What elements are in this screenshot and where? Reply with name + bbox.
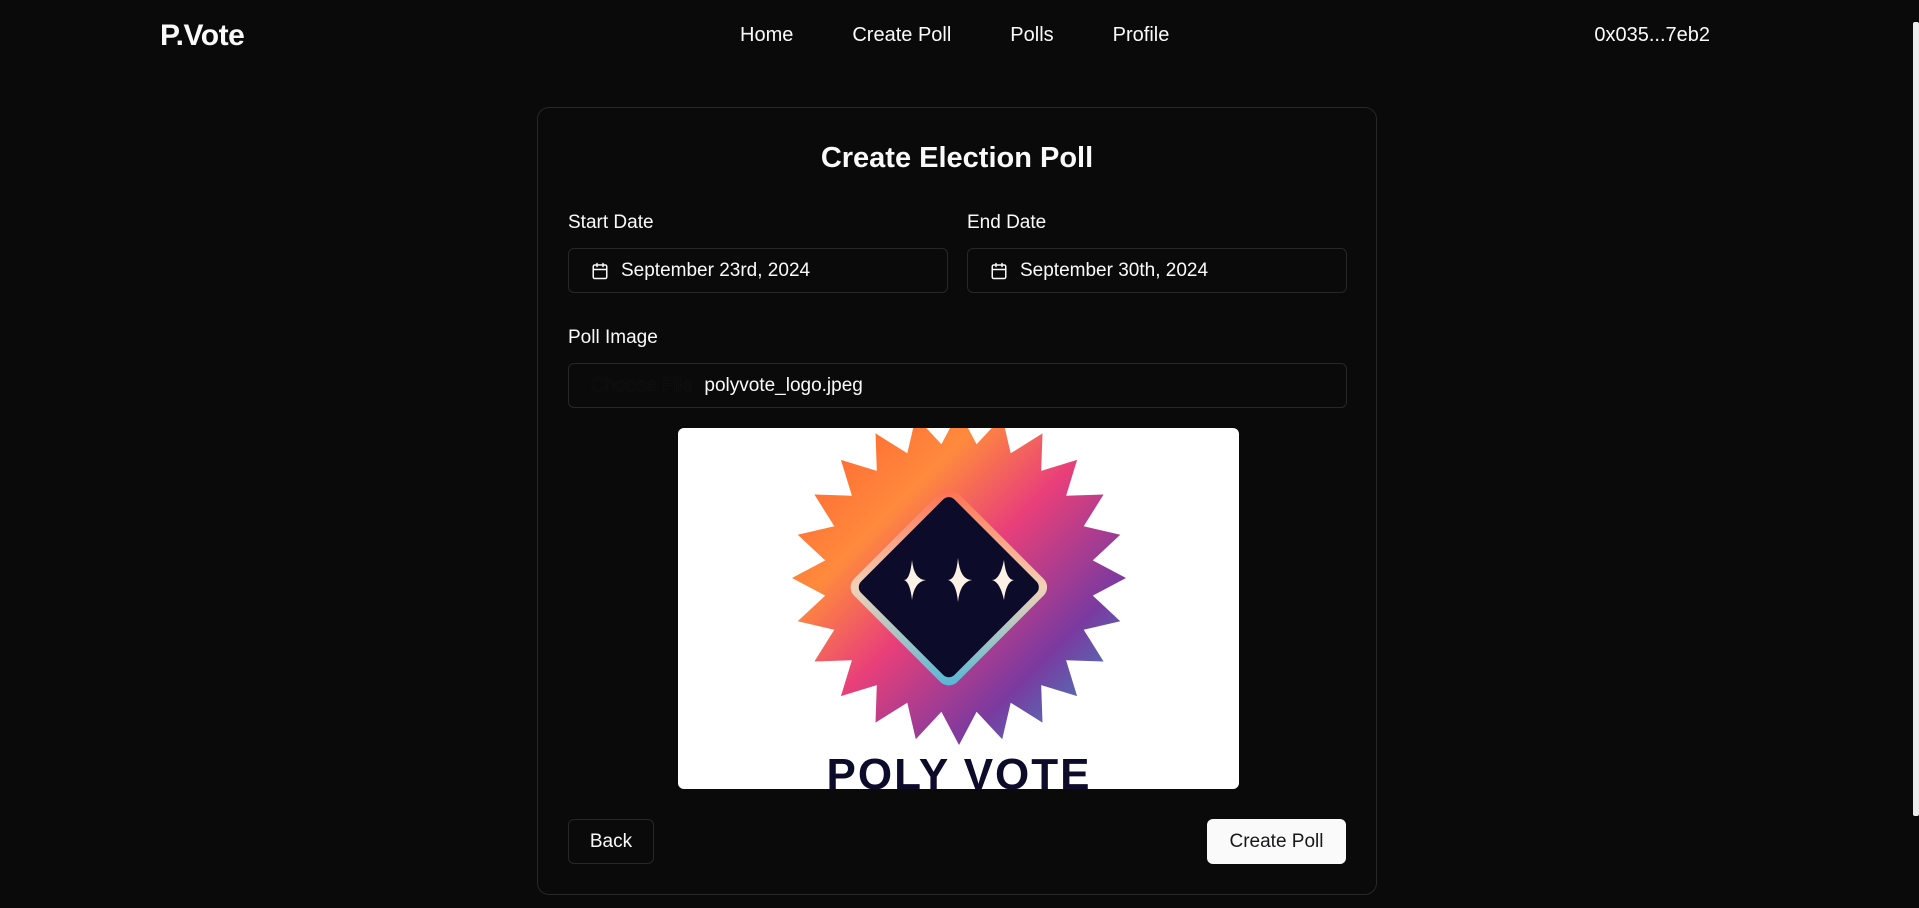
top-navbar: P.Vote Home Create Poll Polls Profile 0x… — [0, 0, 1919, 76]
nav-link-profile[interactable]: Profile — [1113, 24, 1170, 47]
brand-logo[interactable]: P.Vote — [160, 19, 245, 53]
end-date-picker[interactable]: September 30th, 2024 — [967, 248, 1347, 293]
page-scrollbar[interactable] — [1913, 0, 1919, 908]
end-date-label: End Date — [967, 212, 1047, 233]
poll-image-preview: POLY VOTE — [678, 428, 1239, 789]
start-date-label: Start Date — [568, 212, 654, 233]
nav-link-polls[interactable]: Polls — [1010, 24, 1053, 47]
poll-image-label: Poll Image — [568, 327, 658, 348]
start-date-value: September 23rd, 2024 — [621, 259, 811, 281]
calendar-icon — [592, 262, 608, 279]
wallet-address[interactable]: 0x035...7eb2 — [1594, 24, 1710, 47]
poll-image-file-input[interactable]: Choose File polyvote_logo.jpeg — [568, 363, 1347, 408]
page-title: Create Election Poll — [820, 142, 1094, 174]
create-poll-button[interactable]: Create Poll — [1207, 819, 1346, 864]
start-date-picker[interactable]: September 23rd, 2024 — [568, 248, 948, 293]
preview-logo-text: POLY VOTE — [827, 750, 1092, 789]
nav-link-home[interactable]: Home — [740, 24, 793, 47]
scrollbar-thumb[interactable] — [1913, 22, 1919, 816]
create-poll-card: Create Election Poll Start Date Septembe… — [537, 107, 1377, 895]
choose-file-button[interactable]: Choose File — [591, 375, 692, 397]
main-nav: Home Create Poll Polls Profile — [740, 24, 1228, 47]
polyvote-logo-image: POLY VOTE — [792, 428, 1126, 789]
back-button[interactable]: Back — [568, 819, 654, 864]
selected-file-name: polyvote_logo.jpeg — [704, 374, 863, 396]
end-date-value: September 30th, 2024 — [1020, 259, 1209, 281]
nav-link-create-poll[interactable]: Create Poll — [852, 24, 951, 47]
calendar-icon — [991, 262, 1007, 279]
